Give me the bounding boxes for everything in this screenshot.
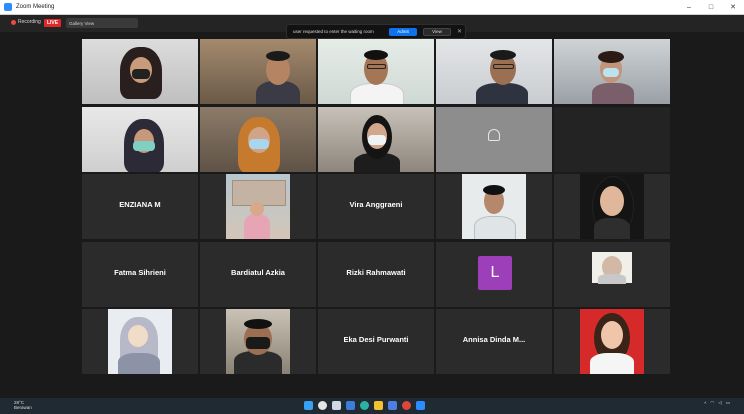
participant-tile[interactable] <box>554 241 670 307</box>
window-title: Zoom Meeting <box>16 4 55 10</box>
weather-description: Berawan <box>14 405 32 410</box>
windows-taskbar: 28°C Berawan ^ ◠ ◁ ▭ <box>0 398 744 414</box>
admit-button[interactable]: Admit <box>389 27 417 36</box>
waiting-room-notification: user requested to enter the waiting room… <box>286 24 466 39</box>
participant-video <box>200 106 316 172</box>
participant-video <box>108 309 172 374</box>
participant-display-name: Vira Anggraeni <box>349 200 403 209</box>
participant-display-name: Rizki Rahmawati <box>346 267 406 277</box>
weather-widget[interactable]: 28°C Berawan <box>14 400 32 410</box>
recording-label[interactable]: Recording <box>18 19 41 25</box>
participant-tile[interactable] <box>318 39 434 104</box>
participant-tile[interactable]: Vira Anggraeni <box>318 174 434 239</box>
participant-tile[interactable]: Rizki Rahmawati <box>318 241 434 307</box>
participant-tile[interactable]: L <box>436 241 552 307</box>
close-button[interactable]: ✕ <box>722 0 744 14</box>
participant-video <box>82 106 198 172</box>
close-icon[interactable]: ✕ <box>457 28 462 35</box>
battery-icon[interactable]: ▭ <box>726 400 730 406</box>
participant-video <box>554 39 670 104</box>
participant-tile[interactable]: Eka Desi Purwanti <box>318 309 434 374</box>
participant-tile[interactable] <box>436 39 552 104</box>
participant-video <box>318 106 434 172</box>
notification-text: user requested to enter the waiting room <box>293 29 374 34</box>
recording-icon <box>11 20 16 25</box>
chevron-up-icon[interactable]: ^ <box>704 401 706 406</box>
edge-icon[interactable] <box>360 401 369 410</box>
participant-tile[interactable] <box>82 106 198 172</box>
participant-video <box>436 39 552 104</box>
participant-display-name: Annisa Dinda M... <box>462 335 526 344</box>
participant-display-name: Bardiatul Azkia <box>231 267 285 277</box>
live-badge[interactable]: LIVE <box>44 19 61 27</box>
participant-tile[interactable] <box>200 106 316 172</box>
taskbar-apps <box>304 401 430 410</box>
chrome-icon[interactable] <box>402 401 411 410</box>
participant-tile[interactable]: ENZIANA M <box>82 174 198 239</box>
participant-video <box>462 174 526 239</box>
participant-display-name: Eka Desi Purwanti <box>343 335 409 344</box>
participant-tile[interactable] <box>82 39 198 104</box>
participant-tile[interactable]: Annisa Dinda M... <box>436 309 552 374</box>
participant-video <box>200 39 316 104</box>
participant-avatar: L <box>478 255 512 290</box>
speaker-icon[interactable]: ◁ <box>718 400 721 406</box>
search-icon[interactable] <box>318 401 327 410</box>
gallery-grid: ENZIANA M Vira Anggraeni Fatma Sihrieni <box>82 39 670 374</box>
participant-video <box>226 174 290 239</box>
zoom-app-icon <box>4 3 12 11</box>
participant-tile[interactable] <box>200 39 316 104</box>
task-view-icon[interactable] <box>332 401 341 410</box>
participant-tile[interactable] <box>200 309 316 374</box>
store-icon[interactable] <box>388 401 397 410</box>
participant-tile[interactable] <box>318 106 434 172</box>
wifi-icon[interactable]: ◠ <box>710 400 714 406</box>
participant-video <box>592 251 632 284</box>
view-button[interactable]: View <box>423 27 451 36</box>
participant-tile[interactable] <box>200 174 316 239</box>
participant-tile[interactable] <box>436 106 552 172</box>
participant-video <box>436 106 552 172</box>
file-explorer-icon[interactable] <box>374 401 383 410</box>
participant-tile[interactable]: Bardiatul Azkia <box>200 241 316 307</box>
participant-video <box>580 174 644 239</box>
person-placeholder-icon <box>488 128 500 141</box>
participant-tile[interactable] <box>554 39 670 104</box>
participant-video <box>226 309 290 374</box>
participant-video <box>318 39 434 104</box>
participant-display-name: Fatma Sihrieni <box>114 267 166 277</box>
windows-start-icon[interactable] <box>304 401 313 410</box>
maximize-button[interactable]: □ <box>700 0 722 14</box>
zoom-taskbar-icon[interactable] <box>416 401 425 410</box>
title-bar: Zoom Meeting – □ ✕ <box>0 0 744 15</box>
minimize-button[interactable]: – <box>678 0 700 14</box>
participant-tile[interactable] <box>82 309 198 374</box>
participant-tile[interactable] <box>554 174 670 239</box>
participant-tile[interactable] <box>554 309 670 374</box>
system-tray: ^ ◠ ◁ ▭ <box>704 400 736 406</box>
participant-display-name: ENZIANA M <box>119 200 161 209</box>
participant-tile[interactable] <box>554 106 670 172</box>
participant-tile[interactable] <box>436 174 552 239</box>
participant-tile[interactable]: Fatma Sihrieni <box>82 241 198 307</box>
view-switcher[interactable]: Gallery View <box>66 18 138 28</box>
participant-video <box>580 309 644 374</box>
window-controls: – □ ✕ <box>678 0 744 14</box>
widgets-icon[interactable] <box>346 401 355 410</box>
participant-video <box>82 39 198 104</box>
